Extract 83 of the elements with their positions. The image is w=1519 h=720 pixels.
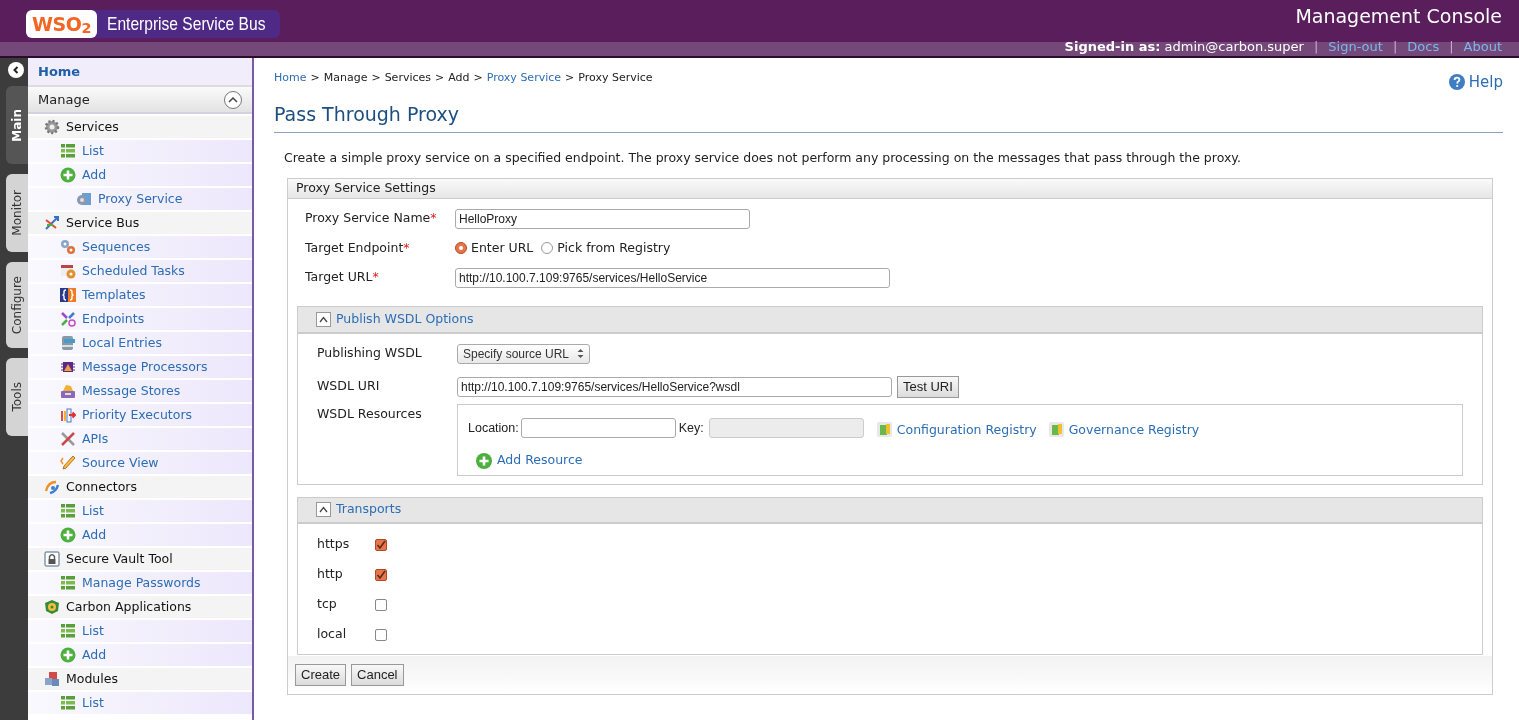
section-header[interactable]: Manage xyxy=(28,87,252,114)
menu-item[interactable]: Scheduled Tasks xyxy=(28,260,252,282)
radio-option[interactable]: Enter URL xyxy=(455,238,534,258)
wsdl-uri-field[interactable]: http://10.100.7.109:9765/services/HelloService?wsdl xyxy=(457,376,892,397)
side-tab[interactable]: Monitor xyxy=(6,174,28,252)
menu-item[interactable]: Add xyxy=(28,524,252,546)
product-name: Enterprise Service Bus xyxy=(106,11,266,36)
field-label: Publishing WSDL xyxy=(317,344,423,363)
breadcrumb-item: Proxy Service xyxy=(578,70,653,86)
field-label: Key: xyxy=(678,419,704,437)
wso2-logo[interactable]: WSO$_{2}$ xyxy=(26,10,97,38)
target-url-field[interactable]: http://10.100.7.109:9765/services/HelloService xyxy=(455,267,890,288)
registry-link[interactable]: Configuration Registry xyxy=(876,420,1037,440)
breadcrumb-link[interactable]: Home xyxy=(274,70,307,87)
section-title: Manage xyxy=(38,90,90,109)
transport-label: https xyxy=(317,535,351,554)
page-description: Create a simple proxy service on a specified endpoint. The proxy service does not perform any processing on the messages that pass through the proxy. xyxy=(284,149,1242,167)
menu-item[interactable]: List xyxy=(28,620,252,642)
breadcrumb-separator: > xyxy=(310,70,320,86)
menu-item[interactable]: Services xyxy=(28,116,252,138)
separator: | xyxy=(1313,37,1319,56)
menu-item[interactable]: Local Entries xyxy=(28,332,252,354)
transport-label: local xyxy=(317,625,348,644)
name-field[interactable]: HelloProxy xyxy=(455,208,750,229)
separator: | xyxy=(1392,37,1398,56)
field-label: Target Endpoint* xyxy=(305,238,411,257)
menu-item[interactable]: Connectors xyxy=(28,476,252,498)
signed-in-text: Signed-in as: admin@carbon.super xyxy=(1064,37,1304,56)
breadcrumb-item: Manage xyxy=(323,70,368,86)
menu-item[interactable]: List xyxy=(28,692,252,714)
field-label: WSDL Resources xyxy=(317,404,423,423)
breadcrumb-separator: > xyxy=(473,70,483,86)
side-tab[interactable]: Main xyxy=(6,86,28,164)
breadcrumb-separator: > xyxy=(435,70,445,86)
menu-item[interactable]: List xyxy=(28,140,252,162)
breadcrumb-item: Services xyxy=(384,70,431,86)
field-label: Target URL* xyxy=(305,268,380,287)
field-label: WSDL URI xyxy=(317,377,381,396)
transport-label: tcp xyxy=(317,595,338,614)
separator: | xyxy=(1449,37,1454,56)
header-link[interactable]: About xyxy=(1463,36,1502,56)
form-button[interactable]: Create xyxy=(295,663,347,686)
menu-item[interactable]: Message Stores xyxy=(28,380,252,402)
side-tab[interactable]: Tools xyxy=(6,358,28,436)
add-resource-link[interactable]: Add Resource xyxy=(476,451,1452,470)
page-title: Pass Through Proxy xyxy=(274,99,1503,133)
field-label: Proxy Service Name* xyxy=(305,209,438,228)
menu-item[interactable]: Carbon Applications xyxy=(28,596,252,618)
radio-option[interactable]: Pick from Registry xyxy=(541,238,671,258)
breadcrumb-link[interactable]: Proxy Service xyxy=(486,70,562,87)
home-link[interactable]: Home xyxy=(28,58,252,87)
section-title[interactable]: Transports xyxy=(336,500,402,519)
menu-item[interactable]: Proxy Service xyxy=(28,188,252,210)
help-link[interactable]: Help xyxy=(1448,71,1503,94)
header-link[interactable]: Sign-out xyxy=(1328,36,1383,56)
menu-item[interactable]: Manage Passwords xyxy=(28,572,252,594)
breadcrumb-separator: > xyxy=(371,70,381,86)
menu-item[interactable]: Message Processors xyxy=(28,356,252,378)
form-button[interactable]: Cancel xyxy=(351,663,404,686)
side-tab[interactable]: Configure xyxy=(6,262,28,348)
breadcrumb-item: Add xyxy=(448,70,470,86)
registry-link[interactable]: Governance Registry xyxy=(1048,420,1200,440)
transport-label: http xyxy=(317,565,344,584)
section-title[interactable]: Publish WSDL Options xyxy=(336,309,474,329)
panel-header: Proxy Service Settings xyxy=(288,178,1492,199)
publishing-select[interactable]: Specify source URL xyxy=(457,343,591,364)
menu-item[interactable]: Sequences xyxy=(28,236,252,258)
menu-item[interactable]: List xyxy=(28,500,252,522)
menu-item[interactable]: Secure Vault Tool xyxy=(28,548,252,570)
breadcrumb-separator: > xyxy=(565,70,575,86)
menu-item[interactable]: Templates xyxy=(28,284,252,306)
menu-item[interactable]: Add xyxy=(28,164,252,186)
menu-item[interactable]: Modules xyxy=(28,668,252,690)
menu-item[interactable]: Add xyxy=(28,644,252,666)
menu-item[interactable]: APIs xyxy=(28,428,252,450)
header-link[interactable]: Docs xyxy=(1407,36,1440,56)
menu-item[interactable]: Source View xyxy=(28,452,252,474)
console-title: Management Console xyxy=(1295,4,1502,29)
menu-item[interactable]: Priority Executors xyxy=(28,404,252,426)
test-uri-button[interactable]: Test URI xyxy=(897,375,959,398)
menu-item[interactable]: Endpoints xyxy=(28,308,252,330)
menu-item[interactable]: Service Bus xyxy=(28,212,252,234)
field-label: Location: xyxy=(468,419,519,437)
